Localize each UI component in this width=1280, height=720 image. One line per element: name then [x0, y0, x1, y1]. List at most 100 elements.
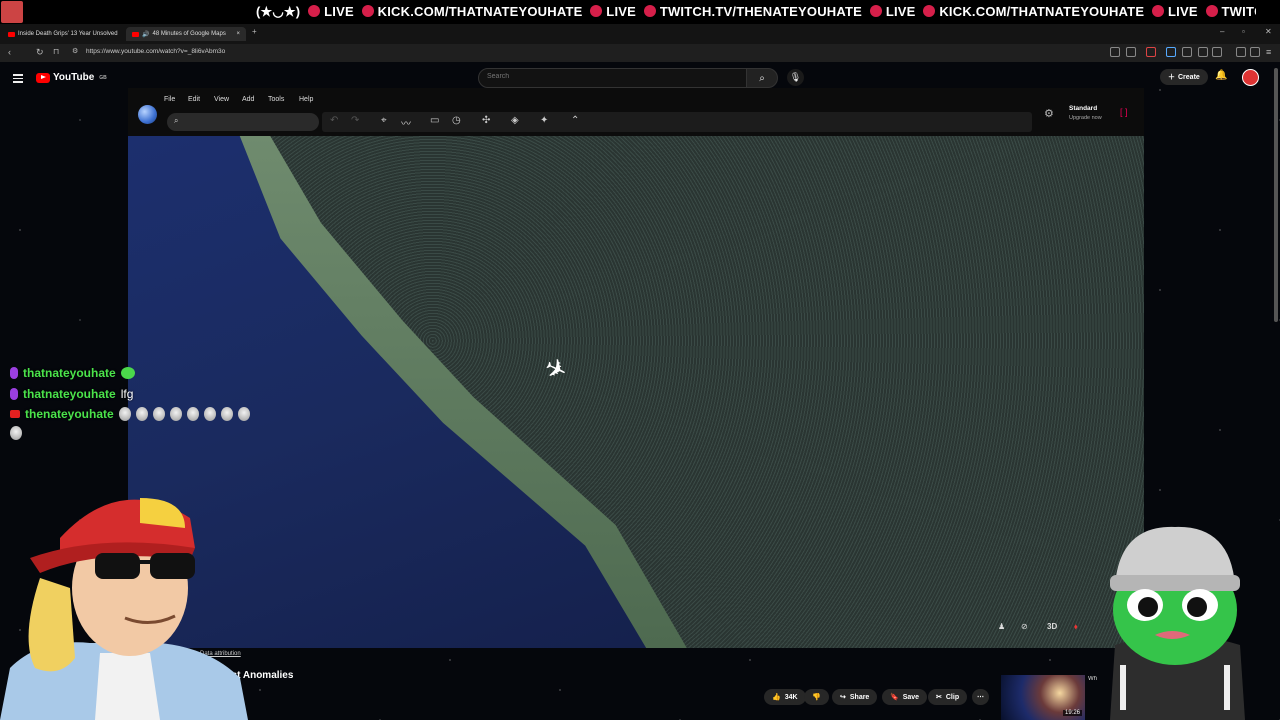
site-info-icon[interactable]: ⚙ — [72, 47, 78, 55]
face-emote-icon — [152, 407, 165, 421]
menu-add[interactable]: Add — [242, 96, 254, 103]
ticker-live: LIVE — [606, 4, 636, 19]
settings-gear-icon[interactable]: ⚙ — [1044, 107, 1054, 120]
chat-text: lfg — [120, 387, 134, 401]
toggle-3d-button[interactable]: 3D — [1047, 622, 1057, 631]
speaker-icon: 🔊 — [142, 31, 150, 38]
extension-icon[interactable] — [1166, 47, 1176, 57]
new-tab-button[interactable]: + — [252, 27, 257, 36]
page-scrollbar[interactable] — [1274, 68, 1278, 322]
earth-toolbar — [322, 112, 1032, 132]
more-actions-button[interactable]: ⋯ — [972, 689, 989, 705]
notifications-bell-icon[interactable]: 🔔 — [1215, 70, 1227, 81]
frog-cartoon-avatar — [1110, 526, 1245, 720]
search-input[interactable] — [485, 72, 580, 81]
like-button[interactable]: 👍 34K — [764, 689, 806, 705]
pegman-icon[interactable]: ♟ — [998, 622, 1005, 631]
history-icon[interactable]: ◷ — [452, 115, 461, 126]
fullscreen-icon[interactable]: [ ] — [1120, 107, 1128, 117]
youtube-favicon-icon — [132, 31, 139, 37]
share-label: Share — [849, 693, 870, 701]
upgrade-link[interactable]: Upgrade now — [1069, 115, 1102, 121]
plus-icon: ＋ — [1168, 74, 1175, 81]
create-label: Create — [1178, 73, 1200, 81]
placemark-icon[interactable]: ⌖ — [381, 115, 387, 126]
menu-view[interactable]: View — [214, 96, 229, 103]
extension-icon[interactable] — [1182, 47, 1192, 57]
ticker-prefix: (★◡★) — [256, 4, 301, 19]
url-field[interactable]: https://www.youtube.com/watch?v=_8li6vAb… — [86, 48, 225, 55]
menu-file[interactable]: File — [164, 96, 175, 103]
scissors-icon: ✂ — [936, 694, 942, 701]
tab-label: Inside Death Grips' 13 Year Unsolved — [18, 31, 118, 37]
media-icon[interactable] — [1236, 47, 1246, 57]
live-dot-icon — [643, 5, 656, 17]
reload-icon[interactable]: ↻ — [36, 47, 44, 58]
ticker-live: LIVE — [1168, 4, 1198, 19]
minimize-icon[interactable]: – — [1220, 27, 1224, 36]
measure-icon[interactable]: ▭ — [430, 115, 439, 126]
satellite-map[interactable] — [128, 136, 1144, 648]
dislike-button[interactable]: 👎 — [804, 689, 829, 705]
youtube-badge-icon — [10, 410, 20, 418]
browser-tab-active[interactable]: 🔊 48 Minutes of Google Maps × — [126, 27, 246, 41]
chevron-up-icon[interactable]: ⌃ — [571, 115, 579, 126]
sidebar-toggle-icon[interactable] — [1212, 47, 1222, 57]
recommended-video-title[interactable]: Wh Ea — [1088, 676, 1098, 682]
back-icon[interactable]: ‹ — [8, 47, 11, 57]
live-dot-icon — [590, 5, 603, 17]
close-tab-icon[interactable]: × — [236, 31, 240, 37]
google-earth-logo-icon[interactable] — [138, 105, 157, 124]
path-icon[interactable]: 〰 — [401, 115, 411, 130]
stream-ticker: (★◡★) LIVE KICK.COM/THATNATEYOUHATE LIVE… — [256, 4, 1256, 20]
voice-search-button[interactable]: 🎙 — [787, 69, 804, 86]
extension-icon[interactable] — [1146, 47, 1156, 57]
maximize-icon[interactable]: ▫ — [1242, 27, 1245, 36]
extension-icon[interactable] — [1110, 47, 1120, 57]
youtube-logo[interactable]: YouTube GB — [36, 72, 107, 83]
search-button[interactable]: ⌕ — [746, 68, 778, 88]
account-avatar[interactable] — [1242, 69, 1259, 86]
browser-tab[interactable]: Inside Death Grips' 13 Year Unsolved — [2, 27, 126, 41]
save-button[interactable]: 🔖 Save — [882, 689, 928, 705]
live-dot-icon — [1152, 5, 1164, 17]
tools-icon[interactable]: ✣ — [482, 115, 490, 126]
ticker-link: KICK.COM/THATNATEYOUHATE — [377, 4, 583, 19]
streamer-cartoon-avatar — [0, 498, 248, 720]
bookmark-icon[interactable]: ⊓ — [53, 47, 59, 56]
undo-icon[interactable]: ↶ — [330, 115, 338, 126]
create-button[interactable]: ＋ Create — [1160, 69, 1208, 85]
face-emote-icon — [203, 407, 216, 421]
live-dot-icon — [1205, 5, 1218, 17]
thumbs-up-icon: 👍 — [772, 694, 781, 701]
earth-search-input[interactable]: ⌕ — [167, 113, 319, 131]
clip-button[interactable]: ✂ Clip — [928, 689, 968, 705]
live-dot-icon — [308, 5, 321, 17]
share-button[interactable]: ↪ Share — [832, 689, 878, 705]
layers-icon[interactable]: ◈ — [511, 115, 519, 126]
tab-label: 48 Minutes of Google Maps — [152, 31, 226, 37]
profile-icon[interactable] — [1250, 47, 1260, 57]
close-window-icon[interactable]: ✕ — [1265, 27, 1272, 36]
ticker-link: TWITCH.TV/THENATEYOUHATE — [1221, 4, 1256, 19]
country-code: GB — [99, 74, 107, 81]
browser-menu-icon[interactable]: ≡ — [1266, 47, 1271, 57]
chat-message: thenateyouhate — [10, 407, 255, 440]
extension-icon[interactable] — [1198, 47, 1208, 57]
menu-help[interactable]: Help — [299, 96, 313, 103]
compass-reset-icon[interactable]: ⊘ — [1021, 622, 1028, 631]
live-dot-icon — [869, 5, 882, 17]
bookmark-icon: 🔖 — [890, 694, 899, 701]
face-emote-icon — [118, 407, 131, 421]
menu-edit[interactable]: Edit — [188, 96, 200, 103]
face-emote-icon — [135, 407, 148, 421]
redo-icon[interactable]: ↷ — [351, 115, 359, 126]
clip-label: Clip — [945, 693, 960, 701]
sparkle-icon[interactable]: ✦ — [540, 115, 548, 126]
microphone-badge-icon — [10, 367, 18, 379]
menu-tools[interactable]: Tools — [268, 96, 284, 103]
extension-icon[interactable] — [1126, 47, 1136, 57]
hamburger-menu-icon[interactable] — [13, 72, 23, 85]
chat-message: thatnateyouhate lfg — [10, 387, 133, 401]
compass-icon[interactable]: ⬧ — [1074, 622, 1078, 632]
